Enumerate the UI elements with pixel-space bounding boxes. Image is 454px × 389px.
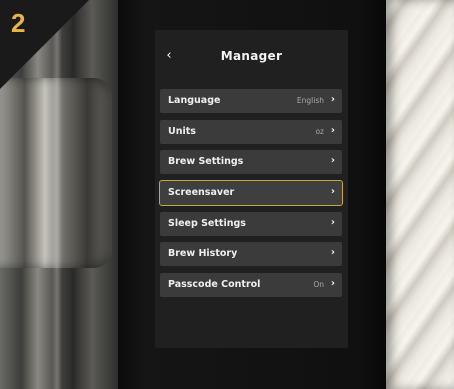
- menu-item-label: Brew Settings: [168, 156, 244, 168]
- menu-item-label: Units: [168, 125, 196, 137]
- menu-item-value: oz: [315, 126, 324, 136]
- menu-item-passcode-control[interactable]: Passcode Control On ›: [160, 273, 342, 298]
- menu-item-sleep-settings[interactable]: Sleep Settings ›: [160, 211, 342, 236]
- chevron-right-icon: ›: [330, 124, 335, 136]
- menu-item-label: Language: [168, 95, 221, 106]
- product-photo: ‹ Manager Language English › Units oz › …: [0, 0, 454, 389]
- menu-item-language[interactable]: Language English ›: [160, 89, 342, 113]
- menu-item-value: English: [296, 96, 324, 105]
- chevron-right-icon: ›: [330, 216, 335, 228]
- menu-item-brew-settings[interactable]: Brew Settings ›: [160, 150, 342, 175]
- chevron-right-icon: ›: [330, 155, 335, 167]
- page-title: Manager: [220, 49, 283, 63]
- chevron-right-icon: ›: [330, 186, 335, 198]
- menu-item-units[interactable]: Units oz ›: [160, 119, 342, 144]
- step-number: 2: [11, 8, 26, 38]
- chevron-right-icon: ›: [330, 278, 335, 290]
- wavy-wall-panel: [386, 0, 454, 389]
- screen-header: ‹ Manager: [155, 44, 348, 74]
- menu-item-value: On: [313, 280, 324, 290]
- menu-item-brew-history[interactable]: Brew History ›: [160, 242, 342, 267]
- touch-screen: ‹ Manager Language English › Units oz › …: [155, 30, 348, 348]
- settings-menu: Language English › Units oz › Brew Setti…: [159, 89, 343, 304]
- menu-item-label: Passcode Control: [168, 279, 261, 291]
- menu-item-screensaver[interactable]: Screensaver ›: [159, 180, 343, 207]
- chevron-right-icon: ›: [330, 94, 335, 105]
- menu-item-label: Screensaver: [168, 187, 235, 199]
- menu-item-label: Sleep Settings: [168, 217, 246, 229]
- chevron-right-icon: ›: [330, 247, 335, 259]
- menu-item-label: Brew History: [168, 248, 238, 260]
